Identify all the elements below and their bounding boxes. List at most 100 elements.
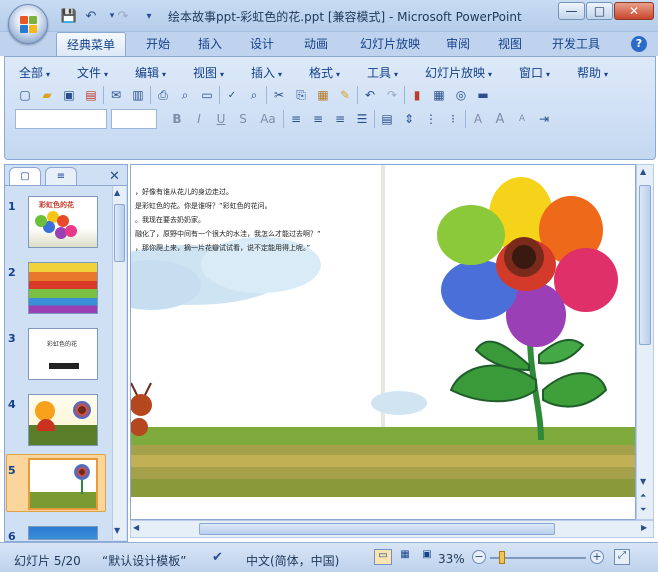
align-left-icon[interactable]: ≡ bbox=[286, 109, 306, 129]
scroll-thumb[interactable] bbox=[114, 204, 125, 262]
menu-all[interactable]: 全部 ▾ bbox=[19, 64, 50, 81]
slide-sorter-icon[interactable]: ▦ bbox=[396, 549, 414, 565]
minimize-button[interactable]: — bbox=[558, 2, 585, 20]
bullets-icon[interactable]: ⁝ bbox=[443, 109, 463, 129]
email-icon[interactable]: ✉ bbox=[106, 85, 126, 105]
paste-icon[interactable]: ▦ bbox=[313, 85, 333, 105]
save-icon[interactable]: ▣ bbox=[59, 85, 79, 105]
hyperlink-icon[interactable]: ◎ bbox=[451, 85, 471, 105]
font-name-combo[interactable] bbox=[15, 109, 107, 129]
copy-icon[interactable]: ⎘ bbox=[291, 85, 311, 105]
slideshow-view-icon[interactable]: ▣ bbox=[418, 549, 436, 565]
save-icon[interactable]: 💾 bbox=[60, 7, 78, 25]
tab-animation[interactable]: 动画 bbox=[294, 32, 338, 56]
panel-scrollbar[interactable]: ▲ ▼ bbox=[112, 186, 126, 540]
language-indicator[interactable]: 中文(简体，中国) bbox=[246, 552, 339, 569]
change-case-button[interactable]: Aa bbox=[255, 109, 281, 129]
tab-home[interactable]: 开始 bbox=[136, 32, 180, 56]
menu-window[interactable]: 窗口 ▾ bbox=[519, 64, 550, 81]
shadow-button[interactable]: S bbox=[233, 109, 253, 129]
zoom-level[interactable]: 33% bbox=[438, 552, 465, 566]
slide-thumbnail-3[interactable]: 彩虹色的花 bbox=[28, 328, 98, 380]
print-preview-icon[interactable]: ⌕ bbox=[175, 85, 195, 105]
line-spacing-icon[interactable]: ⇕ bbox=[399, 109, 419, 129]
scroll-down-icon[interactable]: ▼ bbox=[114, 526, 120, 535]
normal-view-icon[interactable]: ▭ bbox=[374, 549, 392, 565]
tab-design[interactable]: 设计 bbox=[240, 32, 284, 56]
format-painter-icon[interactable]: ✎ bbox=[335, 85, 355, 105]
previous-slide-icon[interactable]: ⏶ bbox=[640, 491, 646, 501]
outline-tab[interactable]: ≡ bbox=[45, 167, 77, 185]
redo-icon[interactable]: ↷ bbox=[114, 7, 132, 25]
scroll-thumb[interactable] bbox=[639, 185, 651, 345]
horizontal-scrollbar[interactable]: ◀ ▶ bbox=[130, 520, 654, 538]
vertical-scrollbar[interactable]: ▲ ▼ ⏶ ⏷ bbox=[636, 164, 654, 520]
slide-thumbnail-2[interactable] bbox=[28, 262, 98, 314]
undo-icon[interactable]: ↶ bbox=[82, 7, 100, 25]
spell-check-icon[interactable]: ✔ bbox=[212, 550, 223, 565]
help-icon[interactable]: ? bbox=[631, 36, 647, 52]
align-center-icon[interactable]: ≡ bbox=[308, 109, 328, 129]
new-document-icon[interactable]: ▢ bbox=[15, 85, 35, 105]
menu-format[interactable]: 格式 ▾ bbox=[309, 64, 340, 81]
redo-icon[interactable]: ↷ bbox=[382, 85, 402, 105]
scroll-right-icon[interactable]: ▶ bbox=[641, 523, 647, 532]
tab-developer[interactable]: 开发工具 bbox=[542, 32, 610, 56]
scroll-down-icon[interactable]: ▼ bbox=[640, 477, 646, 486]
chart-icon[interactable]: ▮ bbox=[407, 85, 427, 105]
open-folder-icon[interactable]: ▰ bbox=[37, 85, 57, 105]
customize-toolbar-icon[interactable]: ▾ bbox=[140, 7, 158, 25]
bold-button[interactable]: B bbox=[167, 109, 187, 129]
menu-view[interactable]: 视图 ▾ bbox=[193, 64, 224, 81]
menu-edit[interactable]: 编辑 ▾ bbox=[135, 64, 166, 81]
table-icon[interactable]: ▦ bbox=[429, 85, 449, 105]
menu-file[interactable]: 文件 ▾ bbox=[77, 64, 108, 81]
spelling-icon[interactable]: ✓ bbox=[222, 85, 242, 105]
close-button[interactable]: ✕ bbox=[614, 2, 654, 20]
theme-name[interactable]: “默认设计模板” bbox=[102, 552, 186, 569]
menu-insert[interactable]: 插入 ▾ bbox=[251, 64, 282, 81]
print-icon[interactable]: ⎙ bbox=[153, 85, 173, 105]
undo-icon[interactable]: ↶ bbox=[360, 85, 380, 105]
italic-button[interactable]: I bbox=[189, 109, 209, 129]
slides-tab[interactable]: ▢ bbox=[9, 167, 41, 185]
font-size-combo[interactable] bbox=[111, 109, 157, 129]
zoom-in-icon[interactable]: + bbox=[590, 550, 604, 564]
permission-icon[interactable]: ▤ bbox=[81, 85, 101, 105]
grow-font-button[interactable]: A bbox=[490, 109, 510, 129]
slide-canvas[interactable]: ，好像有谁从花儿的身边走过。 是彩虹色的花。你是谁呀？”彩虹色的花问。 。我现在… bbox=[130, 164, 636, 520]
next-slide-icon[interactable]: ⏷ bbox=[640, 505, 646, 515]
close-panel-icon[interactable]: ✕ bbox=[109, 169, 120, 184]
cut-icon[interactable]: ✂ bbox=[269, 85, 289, 105]
tab-review[interactable]: 审阅 bbox=[436, 32, 480, 56]
research-icon[interactable]: ⌕ bbox=[244, 85, 264, 105]
scroll-up-icon[interactable]: ▲ bbox=[114, 188, 120, 197]
underline-button[interactable]: U bbox=[211, 109, 231, 129]
fit-to-window-icon[interactable]: ⤢ bbox=[614, 549, 630, 565]
indent-icon[interactable]: ⇥ bbox=[534, 109, 554, 129]
office-button[interactable] bbox=[8, 4, 48, 44]
font-color-button[interactable]: A bbox=[468, 109, 488, 129]
scroll-up-icon[interactable]: ▲ bbox=[640, 167, 646, 176]
tab-insert[interactable]: 插入 bbox=[188, 32, 232, 56]
scroll-left-icon[interactable]: ◀ bbox=[133, 523, 139, 532]
align-right-icon[interactable]: ≡ bbox=[330, 109, 350, 129]
zoom-out-icon[interactable]: − bbox=[472, 550, 486, 564]
slide-thumbnail-4[interactable] bbox=[28, 394, 98, 446]
menu-slideshow[interactable]: 幻灯片放映 ▾ bbox=[425, 64, 492, 81]
maximize-button[interactable]: □ bbox=[586, 2, 613, 20]
columns-icon[interactable]: ▤ bbox=[377, 109, 397, 129]
slide-thumbnail-6[interactable] bbox=[28, 526, 98, 540]
publish-icon[interactable]: ▥ bbox=[128, 85, 148, 105]
menu-help[interactable]: 帮助 ▾ bbox=[577, 64, 608, 81]
justify-icon[interactable]: ☰ bbox=[352, 109, 372, 129]
screen-icon[interactable]: ▭ bbox=[197, 85, 217, 105]
zoom-slider-thumb[interactable] bbox=[499, 551, 506, 564]
tab-view[interactable]: 视图 bbox=[488, 32, 532, 56]
color-scheme-icon[interactable]: ▬ bbox=[473, 85, 493, 105]
numbering-icon[interactable]: ⋮ bbox=[421, 109, 441, 129]
slide-thumbnail-5[interactable] bbox=[28, 458, 98, 510]
tab-slideshow[interactable]: 幻灯片放映 bbox=[350, 32, 430, 56]
menu-tools[interactable]: 工具 ▾ bbox=[367, 64, 398, 81]
slide-thumbnail-1[interactable]: 彩虹色的花 bbox=[28, 196, 98, 248]
